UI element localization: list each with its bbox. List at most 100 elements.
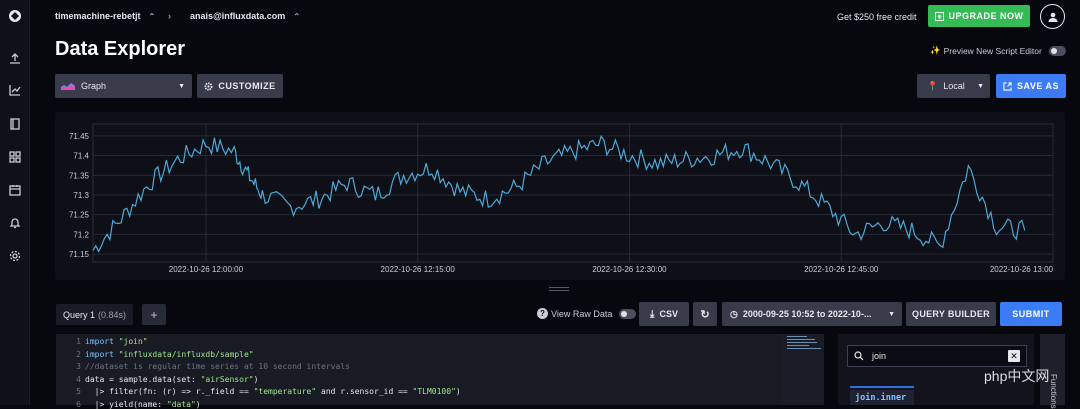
preview-editor-label: Preview New Script Editor [943, 45, 1042, 56]
gear-icon [204, 81, 213, 91]
time-range-label: 2000-09-25 10:52 to 2022-10-... [742, 309, 872, 319]
customize-button[interactable]: CUSTOMIZE [197, 74, 283, 98]
view-type-dropdown[interactable]: Graph ▼ [55, 74, 192, 98]
preview-toggle-switch[interactable] [1048, 45, 1066, 56]
y-tick-label: 71.4 [73, 152, 89, 161]
save-as-label: SAVE AS [1016, 81, 1059, 91]
flux-script-editor[interactable]: 1 import "join" 2 import "influxdata/influx… [56, 334, 782, 409]
upload-icon[interactable] [7, 50, 23, 66]
tasks-icon[interactable] [7, 182, 23, 198]
data-explorer-icon[interactable] [7, 82, 23, 98]
refresh-icon: ↻ [700, 308, 710, 321]
csv-download-button[interactable]: ⤓ CSV [639, 302, 689, 326]
y-tick-label: 71.3 [73, 191, 89, 200]
top-bar: timemachine-rebetjt ⌃ › anais@influxdata.… [30, 0, 1080, 34]
query-tab[interactable]: Query 1 (0.84s) [56, 304, 133, 325]
notebook-icon[interactable] [7, 116, 23, 132]
save-as-button[interactable]: SAVE AS [996, 74, 1066, 98]
functions-tab-label: Functions [1049, 374, 1058, 409]
chevron-updown-icon: ⌃ [293, 12, 301, 21]
watermark-logo: php中文网 [984, 366, 1049, 386]
code-line: import "join" [85, 337, 148, 346]
settings-icon[interactable] [7, 248, 23, 264]
dashboards-icon[interactable] [7, 149, 23, 165]
view-raw-data-toggle[interactable]: ? View Raw Data [537, 308, 637, 319]
page-title: Data Explorer [55, 38, 186, 60]
user-avatar[interactable] [1040, 4, 1065, 29]
chevron-updown-icon: ⌃ [148, 12, 156, 21]
code-line: data = sample.data(set: "airSensor") [85, 374, 259, 384]
search-icon [854, 351, 864, 361]
upgrade-now-button[interactable]: UPGRADE NOW [928, 5, 1030, 27]
y-tick-label: 71.35 [69, 171, 90, 180]
watermark-text: php中文网 [984, 368, 1050, 384]
org-name: timemachine-rebetjt [55, 11, 141, 21]
export-icon [1003, 81, 1012, 91]
preview-editor-toggle[interactable]: ✨ Preview New Script Editor [930, 45, 1066, 56]
refresh-button[interactable]: ↻ [693, 302, 717, 326]
line-chart[interactable]: 71.45 71.4 71.35 71.3 71.25 71.2 71.15 2022-10-… [55, 112, 1065, 280]
submit-button[interactable]: SUBMIT [1000, 302, 1062, 326]
raw-data-switch[interactable] [619, 308, 637, 319]
plot-frame [92, 123, 1054, 263]
line-number: 1 [76, 337, 81, 346]
download-icon: ⤓ [650, 308, 655, 320]
timezone-label: Local [943, 81, 965, 91]
function-search-value: join [872, 351, 887, 361]
breadcrumb-separator-icon: › [168, 11, 171, 21]
pin-icon: 📍 [927, 80, 939, 91]
time-range-dropdown[interactable]: ◷ 2000-09-25 10:52 to 2022-10-... ▼ [722, 302, 902, 326]
query-duration: (0.84s) [98, 309, 127, 320]
graph-panel[interactable]: 71.45 71.4 71.35 71.3 71.25 71.2 71.15 2022-10-… [55, 112, 1065, 280]
x-tick-label: 2022-10-26 12:15:00 [381, 265, 456, 274]
y-tick-label: 71.2 [73, 230, 89, 239]
sparkle-icon: ✨ [930, 45, 941, 55]
view-raw-data-label: View Raw Data [551, 308, 613, 319]
clear-search-icon[interactable]: ✕ [1008, 350, 1020, 362]
line-number: 5 [76, 387, 81, 396]
upgrade-label: UPGRADE NOW [948, 11, 1024, 21]
add-query-button[interactable]: + [142, 304, 166, 325]
org-switcher[interactable]: timemachine-rebetjt ⌃ [55, 11, 155, 21]
query-builder-button[interactable]: QUERY BUILDER [906, 302, 996, 326]
help-icon[interactable]: ? [537, 308, 548, 319]
line-number: 4 [76, 374, 81, 384]
code-line: |> yield(name: "data") [85, 399, 201, 409]
function-search-input[interactable]: join ✕ [847, 345, 1027, 367]
x-tick-label: 2022-10-26 13:00 [990, 265, 1054, 274]
account-switcher[interactable]: anais@influxdata.com ⌃ [190, 11, 300, 21]
line-number: 2 [76, 349, 81, 359]
user-icon [1048, 12, 1057, 22]
free-credit-text: Get $250 free credit [837, 12, 917, 22]
alerts-icon[interactable] [7, 215, 23, 231]
function-result-item[interactable]: join.inner [850, 390, 914, 405]
influx-logo-icon[interactable] [7, 8, 23, 24]
code-line: |> filter(fn: (r) => r._field == "temper… [85, 387, 461, 396]
x-tick-label: 2022-10-26 12:30:00 [592, 265, 667, 274]
left-sidebar [0, 0, 30, 405]
line-number: 3 [76, 362, 81, 371]
query-tab-label: Query 1 [62, 309, 95, 320]
line-number: 6 [76, 399, 81, 409]
y-tick-label: 71.45 [69, 132, 90, 141]
resize-handle[interactable] [549, 287, 569, 291]
clock-icon: ◷ [730, 308, 738, 319]
code-line: //dataset is regular time series at 10 s… [85, 362, 350, 371]
code-line: import "influxdata/influxdb/sample" [85, 349, 254, 359]
y-tick-label: 71.15 [69, 250, 90, 259]
x-tick-label: 2022-10-26 12:00:00 [169, 265, 244, 274]
x-tick-label: 2022-10-26 12:45:00 [804, 265, 879, 274]
csv-label: CSV [659, 309, 678, 319]
view-type-label: Graph [81, 81, 107, 91]
active-indicator [850, 386, 914, 388]
caret-down-icon: ▼ [178, 82, 185, 90]
editor-minimap[interactable] [782, 334, 824, 405]
y-tick-label: 71.25 [69, 211, 90, 220]
timezone-dropdown[interactable]: 📍 Local ▼ [917, 74, 990, 98]
caret-down-icon: ▼ [888, 310, 895, 318]
account-email: anais@influxdata.com [190, 11, 286, 21]
caret-down-icon: ▼ [977, 82, 984, 90]
upgrade-arrow-icon [934, 11, 944, 21]
customize-label: CUSTOMIZE [218, 81, 276, 91]
graph-type-icon [61, 83, 75, 90]
